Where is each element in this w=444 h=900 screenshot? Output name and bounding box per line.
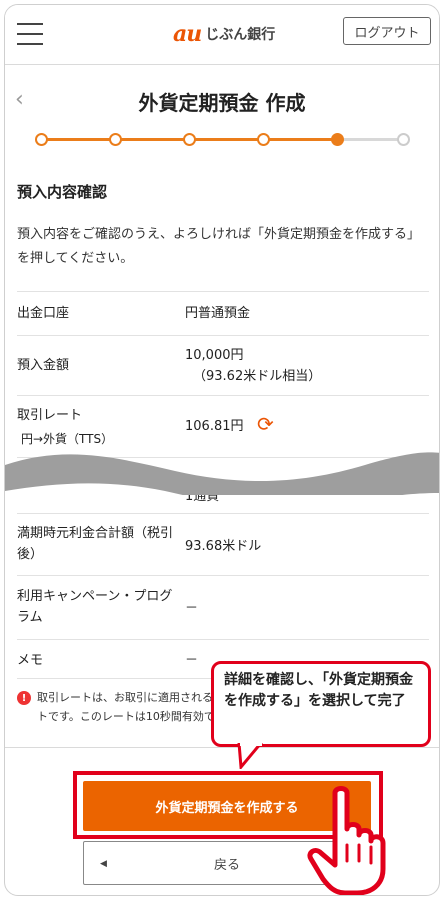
instruction-callout: 詳細を確認し、「外貨定期預金を作成する」を選択して完了	[211, 661, 431, 747]
triangle-left-icon: ◀	[100, 857, 107, 868]
refresh-icon[interactable]: ⟳	[257, 412, 274, 436]
divider	[5, 747, 439, 748]
page-title: 外貨定期預金 作成	[138, 91, 306, 115]
stepper-dot-3	[183, 133, 196, 146]
detail-label: メモ	[17, 653, 44, 668]
rate-note: 取引レートは、お取引に適用されるレートです。このレートは10秒間有効です。	[37, 691, 236, 723]
detail-label: 満期時元利金合計額（税引後）	[17, 526, 174, 562]
detail-row-amount: 預入金額 10,000円 （93.62米ドル相当）	[17, 335, 429, 395]
detail-row-account: 出金口座 円普通預金	[17, 291, 429, 335]
pointing-hand-icon	[307, 786, 386, 895]
exclamation-icon: !	[17, 691, 31, 705]
stepper-dot-2	[109, 133, 122, 146]
detail-value: 93.68米ドル	[185, 539, 262, 554]
detail-value-sub: （93.62米ドル相当）	[193, 369, 322, 384]
detail-label: 取引レート	[17, 408, 83, 423]
progress-stepper	[35, 131, 410, 147]
detail-label: 預入金額	[17, 358, 70, 373]
detail-value: 円普通預金	[185, 306, 251, 321]
wave-divider	[5, 452, 439, 495]
detail-value: 106.81円	[185, 419, 244, 434]
stepper-dot-4	[257, 133, 270, 146]
section-title: 預入内容確認	[17, 183, 108, 201]
phone-frame: au じぶん銀行 ログアウト ‹ 外貨定期預金 作成 預入内容確認 預入内容をご…	[4, 4, 440, 896]
bank-logo: au じぶん銀行	[173, 21, 275, 47]
hamburger-menu-icon[interactable]	[17, 23, 43, 47]
section-description: 預入内容をご確認のうえ、よろしければ「外貨定期預金を作成する」を押してください。	[17, 227, 421, 266]
detail-value: 10,000円	[185, 348, 244, 363]
detail-row-maturity: 満期時元利金合計額（税引後） 93.68米ドル	[17, 513, 429, 575]
stepper-dot-6	[397, 133, 410, 146]
detail-value: －	[185, 601, 199, 616]
back-button-label: 戻る	[213, 856, 240, 872]
stepper-dot-5-current	[331, 133, 344, 146]
stepper-dot-1	[35, 133, 48, 146]
logo-au: au	[173, 21, 202, 47]
app-header: au じぶん銀行 ログアウト	[5, 5, 439, 65]
logo-text: じぶん銀行	[205, 27, 276, 43]
callout-tail	[237, 743, 263, 769]
logout-button[interactable]: ログアウト	[343, 17, 431, 45]
detail-row-campaign: 利用キャンペーン・プログラム －	[17, 575, 429, 639]
detail-label: 出金口座	[17, 306, 70, 321]
detail-value: －	[185, 653, 199, 668]
detail-label: 利用キャンペーン・プログラム	[17, 589, 173, 625]
